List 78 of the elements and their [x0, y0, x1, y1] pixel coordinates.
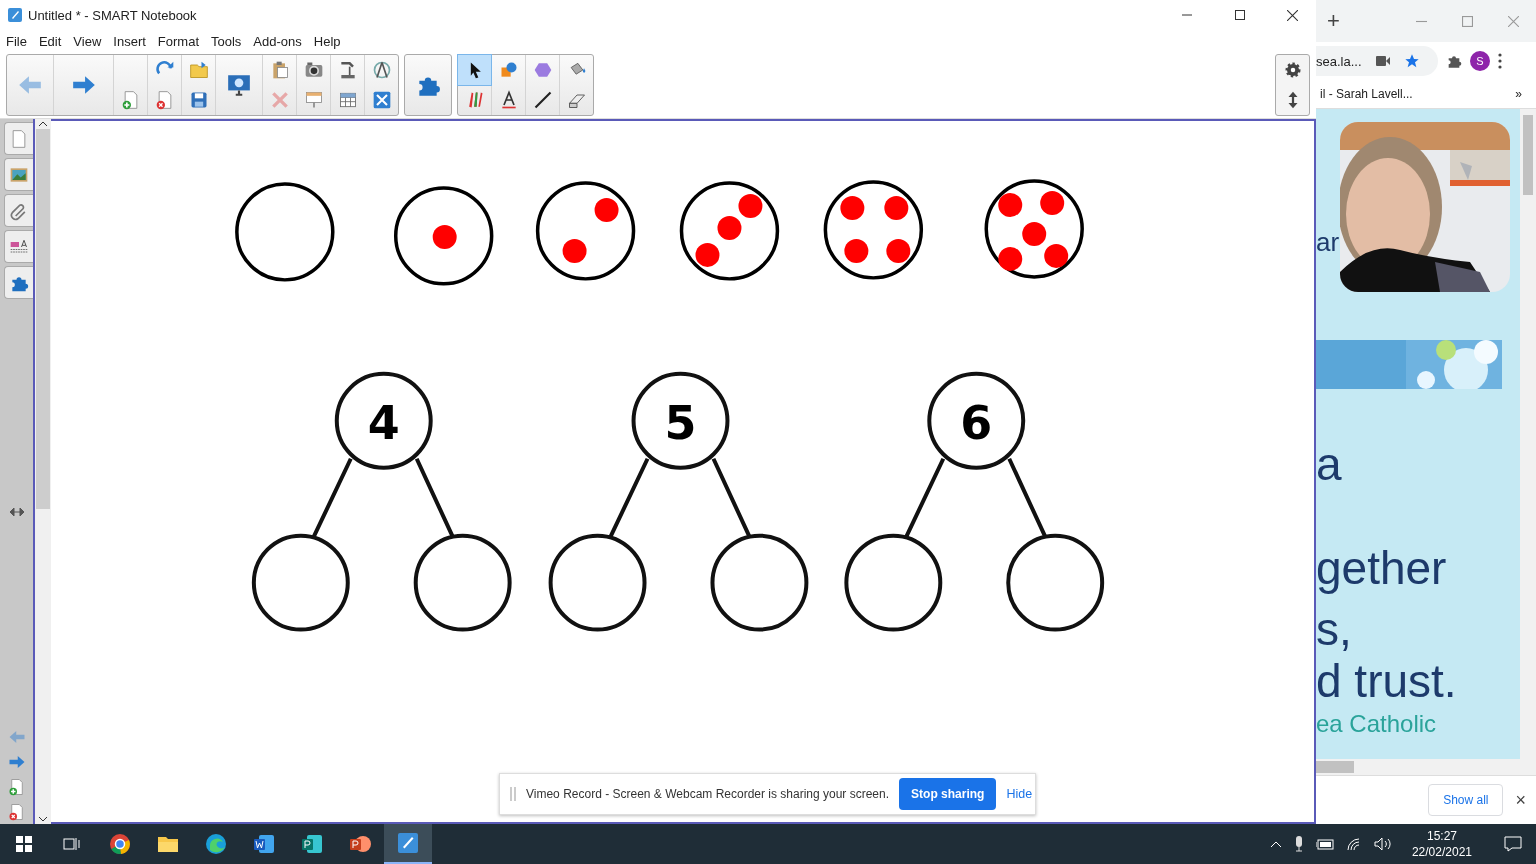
maximize-icon [1234, 10, 1245, 20]
puzzle-icon [1446, 53, 1462, 69]
notebook-logo-icon [8, 8, 22, 22]
task-view-icon [63, 836, 81, 852]
vertical-scrollbar[interactable] [1520, 109, 1536, 775]
word-icon [252, 832, 276, 856]
bond-number: 6 [960, 395, 993, 450]
page-text: s, [1316, 606, 1353, 652]
bond-number: 4 [367, 395, 400, 450]
windows-icon [16, 836, 32, 852]
hexagon-icon [532, 60, 553, 80]
bookmark-link[interactable]: il - Sarah Lavell... [1320, 87, 1413, 101]
toolbar-button[interactable] [458, 55, 491, 85]
menu-item[interactable]: File [6, 33, 27, 49]
address-bar[interactable]: sea.la... [1316, 46, 1438, 76]
menu-item[interactable]: Add-ons [253, 33, 302, 49]
page-text: d trust. [1316, 658, 1458, 704]
scroll-up-icon [38, 119, 48, 129]
horizontal-scrollbar[interactable] [1316, 759, 1520, 775]
menu-item[interactable]: Tools [211, 33, 242, 49]
microphone-icon [1293, 836, 1304, 852]
delete-page-icon [7, 802, 26, 821]
publisher-icon [300, 832, 324, 856]
window-title: Untitled * - SMART Notebook [28, 7, 198, 23]
table-icon [337, 90, 358, 110]
address-text: sea.la... [1316, 53, 1362, 69]
screen-shade-icon [303, 90, 324, 110]
bond-number: 5 [664, 395, 697, 450]
delete-icon [269, 90, 290, 110]
menu-item[interactable]: Format [157, 33, 199, 49]
more-bookmarks-button[interactable]: » [1515, 87, 1522, 101]
monitor-icon [226, 72, 252, 98]
wifi-icon [1345, 837, 1362, 851]
clock-date: 22/02/2021 [1411, 845, 1472, 859]
stop-sharing-button[interactable]: Stop sharing [899, 778, 997, 810]
sidebar-tab[interactable] [4, 230, 33, 263]
notebook-logo-icon [396, 831, 420, 855]
settings-icon [1283, 61, 1302, 79]
page-text: ar [1316, 229, 1340, 255]
scrollbar-thumb[interactable] [36, 129, 50, 509]
line-icon [532, 90, 553, 110]
add-page-icon [7, 777, 26, 796]
chevron-up-icon [1269, 840, 1282, 848]
close-downloads-button[interactable]: × [1515, 789, 1526, 811]
edge-icon [204, 832, 228, 856]
menu-icon [1498, 53, 1502, 69]
new-tab-button[interactable]: + [1327, 8, 1347, 34]
sidebar-tab[interactable] [4, 158, 33, 191]
chrome-icon [108, 832, 132, 856]
compass-icon [371, 60, 392, 80]
star-icon [1403, 53, 1420, 69]
notification-icon [1504, 836, 1522, 852]
menu-item[interactable]: Insert [113, 33, 146, 49]
camera-icon [303, 60, 324, 80]
close-icon [1287, 9, 1298, 21]
sidebar-tab[interactable] [4, 266, 33, 299]
show-all-button[interactable]: Show all [1428, 784, 1504, 816]
folder-icon [188, 60, 209, 80]
volume-icon [1373, 837, 1392, 851]
clock-time: 15:27 [1426, 829, 1457, 843]
sidebar-tab[interactable] [4, 194, 33, 227]
menu-item[interactable]: Edit [38, 33, 62, 49]
drag-handle-icon [510, 787, 516, 801]
fullscreen-icon [371, 90, 392, 110]
hide-link[interactable]: Hide [1006, 787, 1033, 801]
close-icon [1507, 15, 1519, 27]
profile-avatar[interactable]: S [1470, 51, 1490, 71]
resize-handle-icon [9, 506, 24, 517]
battery-icon [1315, 838, 1334, 850]
video-camera-icon [1375, 56, 1390, 66]
sidebar-tab[interactable] [4, 122, 33, 155]
page-text: a [1316, 441, 1343, 487]
menu-item[interactable]: View [73, 33, 102, 49]
page-text: ea Catholic [1316, 712, 1438, 736]
maximize-icon [1461, 15, 1473, 27]
sharing-message: Vimeo Record - Screen & Webcam Recorder is sharing your screen. [526, 787, 890, 801]
menu-item[interactable]: Help [313, 33, 341, 49]
scroll-down-icon [38, 814, 48, 824]
